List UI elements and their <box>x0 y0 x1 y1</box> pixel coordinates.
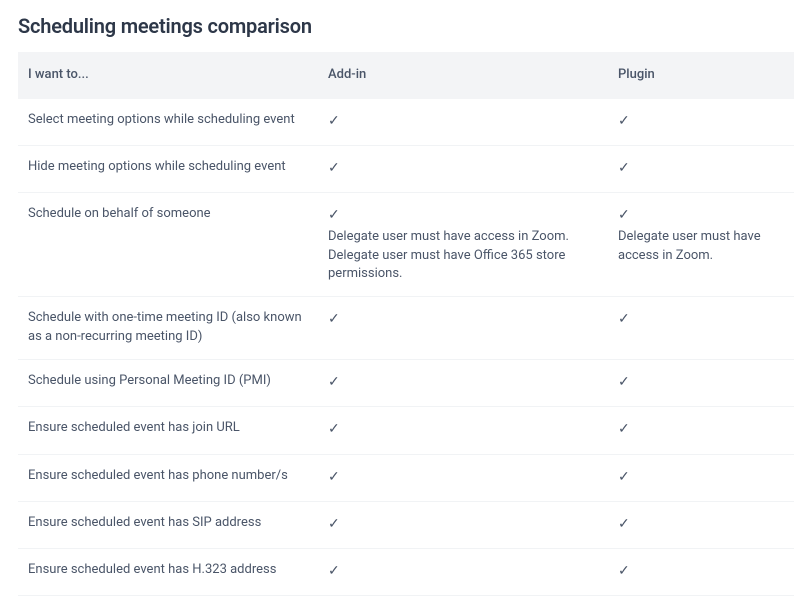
plugin-cell: ✓ <box>608 99 794 145</box>
check-icon: ✓ <box>618 309 784 329</box>
check-icon: ✓ <box>328 372 598 392</box>
plugin-cell: ✓ <box>608 549 794 595</box>
check-icon: ✓ <box>618 467 784 487</box>
feature-cell: Ensure scheduled event has H.323 address <box>18 549 318 595</box>
addin-cell: ✓ <box>318 455 608 501</box>
feature-cell: Schedule on behalf of someone <box>18 193 318 296</box>
check-icon: ✓ <box>328 158 598 178</box>
addin-cell: ✓ <box>318 407 608 453</box>
table-row: Schedule using Personal Meeting ID (PMI)… <box>18 360 794 407</box>
feature-cell: Ensure scheduled event has join URL <box>18 407 318 453</box>
plugin-cell: ✓ <box>608 297 794 359</box>
comparison-table: I want to... Add-in Plugin Select meetin… <box>18 52 794 596</box>
check-icon: ✓ <box>328 419 598 439</box>
addin-cell: ✓ <box>318 297 608 359</box>
table-row: Select meeting options while scheduling … <box>18 99 794 146</box>
plugin-cell: ✓ Delegate user must have access in Zoom. <box>608 193 794 296</box>
plugin-cell: ✓ <box>608 360 794 406</box>
table-header-row: I want to... Add-in Plugin <box>18 52 794 99</box>
check-icon: ✓ <box>618 372 784 392</box>
plugin-note: Delegate user must have access in Zoom. <box>618 229 761 263</box>
addin-cell: ✓ <box>318 146 608 192</box>
header-feature: I want to... <box>18 52 318 99</box>
addin-cell: ✓ <box>318 549 608 595</box>
feature-cell: Schedule using Personal Meeting ID (PMI) <box>18 360 318 406</box>
feature-cell: Ensure scheduled event has SIP address <box>18 502 318 548</box>
check-icon: ✓ <box>328 309 598 329</box>
table-row: Ensure scheduled event has H.323 address… <box>18 549 794 596</box>
check-icon: ✓ <box>618 111 784 131</box>
addin-cell: ✓ Delegate user must have access in Zoom.… <box>318 193 608 296</box>
feature-cell: Ensure scheduled event has phone number/… <box>18 455 318 501</box>
page-title: Scheduling meetings comparison <box>18 14 794 38</box>
addin-note: Delegate user must have access in Zoom. … <box>328 229 569 282</box>
check-icon: ✓ <box>618 514 784 534</box>
addin-cell: ✓ <box>318 360 608 406</box>
check-icon: ✓ <box>328 561 598 581</box>
check-icon: ✓ <box>328 467 598 487</box>
plugin-cell: ✓ <box>608 146 794 192</box>
table-row: Schedule with one-time meeting ID (also … <box>18 297 794 360</box>
feature-cell: Hide meeting options while scheduling ev… <box>18 146 318 192</box>
check-icon: ✓ <box>328 514 598 534</box>
check-icon: ✓ <box>618 561 784 581</box>
header-addin: Add-in <box>318 52 608 99</box>
check-icon: ✓ <box>618 158 784 178</box>
header-plugin: Plugin <box>608 52 794 99</box>
feature-cell: Select meeting options while scheduling … <box>18 99 318 145</box>
check-icon: ✓ <box>328 111 598 131</box>
table-row: Ensure scheduled event has SIP address ✓ ✓ <box>18 502 794 549</box>
table-row: Hide meeting options while scheduling ev… <box>18 146 794 193</box>
table-body: Select meeting options while scheduling … <box>18 99 794 597</box>
addin-cell: ✓ <box>318 502 608 548</box>
check-icon: ✓ <box>618 205 784 225</box>
addin-cell: ✓ <box>318 99 608 145</box>
table-row: Ensure scheduled event has phone number/… <box>18 455 794 502</box>
table-row: Schedule on behalf of someone ✓ Delegate u… <box>18 193 794 297</box>
check-icon: ✓ <box>618 419 784 439</box>
check-icon: ✓ <box>328 205 598 225</box>
feature-cell: Schedule with one-time meeting ID (also … <box>18 297 318 359</box>
table-row: Ensure scheduled event has join URL ✓ ✓ <box>18 407 794 454</box>
plugin-cell: ✓ <box>608 502 794 548</box>
plugin-cell: ✓ <box>608 407 794 453</box>
plugin-cell: ✓ <box>608 455 794 501</box>
